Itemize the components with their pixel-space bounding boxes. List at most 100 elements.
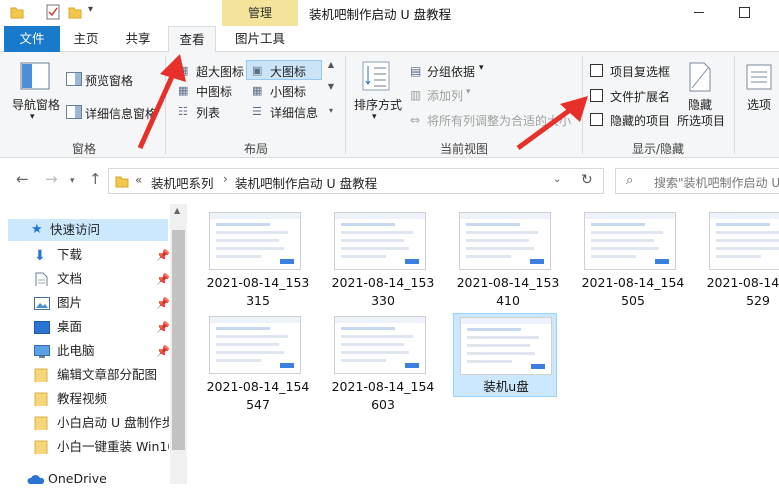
quick-access-toolbar-dropdown-icon[interactable]: ▾: [88, 4, 93, 15]
options-icon: [746, 64, 772, 90]
up-arrow-icon[interactable]: ↑: [89, 170, 102, 188]
sidebar-item-documents[interactable]: 文档: [57, 268, 82, 290]
forward-arrow-icon[interactable]: →: [45, 170, 58, 188]
folder-icon: [10, 7, 24, 19]
back-arrow-icon[interactable]: ←: [16, 170, 29, 188]
pin-icon[interactable]: 📌: [156, 345, 170, 358]
hide-selected-items-button[interactable]: 隐藏: [688, 96, 712, 113]
folder-icon: [34, 440, 48, 454]
file-name: 2021-08-14_154 505: [581, 275, 685, 308]
hide-selected-items-label[interactable]: 所选项目: [677, 112, 725, 129]
group-by-dropdown-icon[interactable]: ▾: [479, 63, 484, 73]
small-icons-option[interactable]: 小图标: [270, 83, 306, 100]
item-checkboxes-checkbox[interactable]: [590, 64, 603, 77]
navigation-pane-button[interactable]: 导航窗格: [12, 96, 60, 113]
navigation-pane-dropdown-icon[interactable]: ▾: [30, 112, 35, 122]
file-item[interactable]: 2021-08-14_154 547: [206, 316, 310, 414]
sidebar-item-onedrive[interactable]: OneDrive: [48, 468, 107, 490]
properties-icon[interactable]: [46, 4, 60, 20]
sidebar-item-folder[interactable]: 小白启动 U 盘制作步: [57, 412, 169, 434]
show-hide-group-label: 显示/隐藏: [632, 142, 685, 156]
layout-scroll-up-icon[interactable]: ▲: [326, 60, 336, 70]
current-view-group-label: 当前视图: [440, 142, 489, 156]
file-item[interactable]: 2021-08-14_154 603: [331, 316, 435, 414]
add-column-button[interactable]: 添加列: [427, 87, 463, 104]
medium-icons-option[interactable]: 中图标: [196, 83, 232, 100]
address-bar[interactable]: « 装机吧系列 › 装机吧制作启动 U 盘教程 ⌄ ↻: [108, 168, 604, 194]
sidebar-item-desktop[interactable]: 桌面: [57, 316, 82, 338]
breadcrumb-item-series[interactable]: 装机吧系列: [151, 173, 214, 192]
sidebar-item-downloads[interactable]: 下载: [57, 244, 82, 266]
folder-icon: [34, 392, 48, 406]
address-folder-icon: [115, 176, 129, 188]
hide-selected-items-icon: [689, 62, 711, 92]
layout-expand-icon[interactable]: ▾: [326, 106, 336, 116]
nav-pane-scroll-thumb[interactable]: [172, 230, 185, 450]
tab-view[interactable]: 查看: [168, 26, 216, 53]
options-button[interactable]: 选项: [747, 96, 771, 113]
file-extensions-label: 文件扩展名: [610, 90, 671, 104]
image-thumbnail: [459, 212, 551, 270]
address-dropdown-icon[interactable]: ⌄: [553, 174, 561, 185]
folder-icon: [34, 368, 48, 382]
sidebar-item-this-pc[interactable]: 此电脑: [57, 340, 95, 362]
image-thumbnail: [209, 316, 301, 374]
desktop-icon: [34, 321, 50, 334]
details-option[interactable]: 详细信息: [270, 104, 318, 121]
large-icons-option[interactable]: 大图标: [270, 63, 306, 80]
minimize-button[interactable]: [690, 4, 710, 20]
tab-share[interactable]: 共享: [113, 26, 163, 52]
maximize-button[interactable]: [734, 4, 754, 20]
hidden-items-label: 隐藏的项目: [610, 114, 671, 128]
file-item[interactable]: 2021-08-14_153 330: [331, 212, 435, 310]
sidebar-item-folder[interactable]: 编辑文章部分配图: [57, 364, 157, 386]
details-icon: ☰: [252, 105, 262, 118]
download-icon: ⬇: [34, 248, 46, 264]
sidebar-item-pictures[interactable]: 图片: [57, 292, 82, 314]
sort-by-dropdown-icon[interactable]: ▾: [372, 112, 377, 122]
file-item[interactable]: 2021-08-14_154 505: [581, 212, 685, 310]
file-item[interactable]: 2021-08-14_154529: [706, 212, 779, 310]
pin-icon[interactable]: 📌: [156, 273, 170, 286]
file-item-selected[interactable]: 装机u盘: [453, 313, 557, 397]
file-item[interactable]: 2021-08-14_153 410: [456, 212, 560, 310]
sidebar-item-folder[interactable]: 教程视频: [57, 388, 107, 410]
list-option[interactable]: 列表: [196, 104, 220, 121]
refresh-icon[interactable]: ↻: [581, 172, 593, 188]
tab-picture-tools[interactable]: 图片工具: [222, 26, 298, 52]
ribbon-tab-bar: 文件 主页 共享 查看 图片工具: [0, 26, 779, 53]
extra-large-icons-option[interactable]: 超大图标: [196, 63, 244, 80]
scroll-up-icon[interactable]: ▲: [174, 206, 180, 215]
recent-locations-dropdown-icon[interactable]: ▾: [70, 176, 75, 186]
documents-icon: [35, 272, 48, 286]
pin-icon[interactable]: 📌: [156, 321, 170, 334]
pin-icon[interactable]: 📌: [156, 249, 170, 262]
image-thumbnail: [460, 317, 552, 375]
large-icons-icon: ▣: [252, 64, 263, 77]
new-folder-icon[interactable]: [68, 5, 82, 19]
pin-icon[interactable]: 📌: [156, 297, 170, 310]
manage-contextual-tab[interactable]: 管理: [222, 0, 298, 26]
sort-by-button[interactable]: 排序方式: [354, 96, 402, 113]
group-by-button[interactable]: 分组依据: [427, 63, 475, 80]
layout-scroll-down-icon[interactable]: ▼: [326, 82, 336, 92]
annotation-arrow-file-extensions: [516, 96, 588, 151]
tab-home[interactable]: 主页: [65, 26, 107, 52]
add-column-dropdown-icon[interactable]: ▾: [466, 87, 471, 97]
file-item[interactable]: 2021-08-14_153 315: [206, 212, 310, 310]
details-pane-icon: [66, 105, 82, 119]
quick-access-star-icon: ★: [31, 222, 43, 237]
image-thumbnail: [209, 212, 301, 270]
file-name: 2021-08-14_154 547: [206, 379, 310, 412]
annotation-arrow-view-tab: [137, 54, 186, 150]
breadcrumb-overflow[interactable]: «: [135, 173, 142, 187]
preview-pane-button[interactable]: 预览窗格: [85, 72, 133, 89]
breadcrumb-separator-icon: ›: [223, 172, 228, 186]
image-thumbnail: [709, 212, 779, 270]
file-name: 2021-08-14_153 410: [456, 275, 560, 308]
sidebar-item-folder[interactable]: 小白一键重装 Win10: [57, 436, 169, 458]
search-box[interactable]: ⌕ 搜索"装机吧制作启动 U 盘: [615, 168, 779, 194]
tab-file[interactable]: 文件: [4, 26, 60, 52]
sidebar-item-quick-access[interactable]: 快速访问: [50, 219, 100, 241]
breadcrumb-item-current[interactable]: 装机吧制作启动 U 盘教程: [235, 173, 377, 192]
